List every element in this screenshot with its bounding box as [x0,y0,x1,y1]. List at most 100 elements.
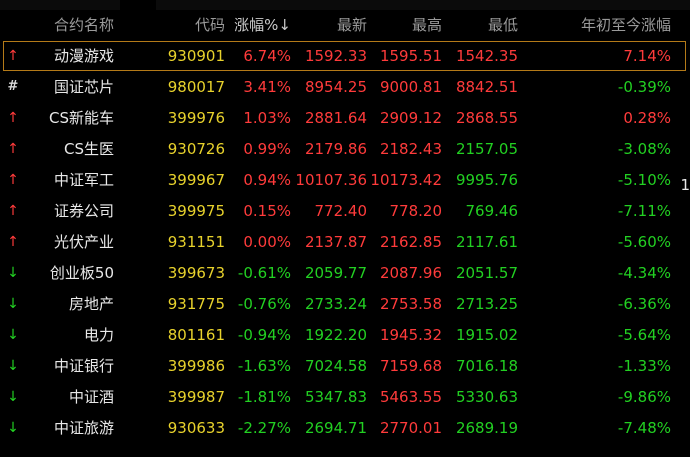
down-arrow-icon: ↓ [7,420,19,436]
row-low: 1542.35 [455,47,518,65]
down-arrow-icon: ↓ [7,389,19,405]
down-arrow-icon: ↓ [7,358,19,374]
row-high: 2753.58 [379,295,442,313]
row-name: 证券公司 [53,202,114,220]
table-row[interactable]: ↓ 创业板50 399673 -0.61% 2059.77 2087.96 2051.57 -… [0,258,690,288]
row-high: 7159.68 [379,357,442,375]
row-code: 399987 [167,388,225,406]
row-high: 2162.85 [379,233,442,251]
header-low[interactable]: 最低 [488,16,518,34]
row-last: 2733.24 [304,295,367,313]
header-name[interactable]: 合约名称 [54,16,114,34]
row-last: 10107.36 [295,171,367,189]
header-high[interactable]: 最高 [412,16,442,34]
row-ytd: 0.28% [623,109,671,127]
row-ytd: 7.14% [623,47,671,65]
table-row[interactable]: ↑ 动漫游戏 930901 6.74% 1592.33 1595.51 1542.35 7.1… [0,41,690,71]
row-last: 772.40 [314,202,368,220]
row-low: 2868.55 [455,109,518,127]
row-name: 创业板50 [49,264,114,282]
row-high: 1595.51 [379,47,442,65]
row-change: -2.27% [237,419,291,437]
row-last: 2137.87 [304,233,367,251]
row-last: 7024.58 [304,357,367,375]
row-low: 8842.51 [455,78,518,96]
row-high: 2909.12 [379,109,442,127]
row-ytd: -1.33% [617,357,671,375]
row-high: 5463.55 [379,388,442,406]
row-name: 电力 [83,326,114,344]
row-change: 6.74% [243,47,291,65]
row-ytd: -7.48% [617,419,671,437]
row-low: 1915.02 [455,326,518,344]
row-ytd: -6.36% [617,295,671,313]
table-row[interactable]: ↑ 证券公司 399975 0.15% 772.40 778.20 769.46 -7.11% [0,196,690,226]
row-name: 中证酒 [68,388,114,406]
row-high: 778.20 [389,202,443,220]
row-code: 930726 [167,140,225,158]
up-arrow-icon: ↑ [7,234,19,250]
row-last: 1592.33 [304,47,367,65]
row-code: 399976 [167,109,225,127]
row-last: 5347.83 [304,388,367,406]
row-name: 光伏产业 [53,233,114,251]
row-name: CS生医 [64,140,114,158]
hash-icon: # [7,79,19,94]
down-arrow-icon: ↓ [7,265,19,281]
row-low: 2713.25 [455,295,518,313]
header-ytd[interactable]: 年初至今涨幅 [581,16,671,34]
table-row[interactable]: ↓ 电力 801161 -0.94% 1922.20 1945.32 1915.02 -5.6… [0,320,690,350]
row-change: -1.81% [237,388,291,406]
row-ytd: -7.11% [617,202,671,220]
row-change: -1.63% [237,357,291,375]
row-name: 国证芯片 [53,78,114,96]
down-arrow-icon: ↓ [7,296,19,312]
row-change: -0.61% [237,264,291,282]
row-ytd: -9.86% [617,388,671,406]
row-ytd: -5.10% [617,171,671,189]
row-change: -0.76% [237,295,291,313]
up-arrow-icon: ↑ [7,48,19,64]
table-row[interactable]: ↑ 光伏产业 931151 0.00% 2137.87 2162.85 2117.61 -5.… [0,227,690,257]
up-arrow-icon: ↑ [7,172,19,188]
row-code: 930901 [167,47,225,65]
table-row[interactable]: ↓ 中证酒 399987 -1.81% 5347.83 5463.55 5330.63 -9.… [0,382,690,412]
row-low: 9995.76 [455,171,518,189]
header-last[interactable]: 最新 [337,16,367,34]
row-ytd: -0.39% [617,78,671,96]
row-change: 0.15% [243,202,291,220]
up-arrow-icon: ↑ [7,141,19,157]
row-low: 2051.57 [455,264,518,282]
row-change: 1.03% [243,109,291,127]
row-change: 0.00% [243,233,291,251]
table-header: 合约名称 代码 涨幅%↓ 最新 最高 最低 年初至今涨幅 [0,10,690,40]
row-name: CS新能车 [49,109,114,127]
row-last: 8954.25 [304,78,367,96]
row-ytd: -5.64% [617,326,671,344]
row-high: 2770.01 [379,419,442,437]
down-arrow-icon: ↓ [7,327,19,343]
table-row[interactable]: # 国证芯片 980017 3.41% 8954.25 9000.81 8842.51 -0.… [0,72,690,102]
row-code: 930633 [167,419,225,437]
row-change: 3.41% [243,78,291,96]
title-bar [0,0,690,10]
row-high: 10173.42 [370,171,442,189]
table-row[interactable]: ↓ 中证旅游 930633 -2.27% 2694.71 2770.01 2689.19 -7… [0,413,690,443]
row-code: 399673 [167,264,225,282]
table-row[interactable]: ↓ 中证银行 399986 -1.63% 7024.58 7159.68 7016.18 -1… [0,351,690,381]
row-ytd: -5.60% [617,233,671,251]
table-row[interactable]: ↑ CS生医 930726 0.99% 2179.86 2182.43 2157.05 -3.… [0,134,690,164]
row-low: 2689.19 [455,419,518,437]
row-last: 2881.64 [304,109,367,127]
row-change: -0.94% [237,326,291,344]
row-code: 801161 [167,326,225,344]
header-code[interactable]: 代码 [195,16,225,34]
row-ytd: -4.34% [617,264,671,282]
row-low: 5330.63 [455,388,518,406]
table-row[interactable]: ↓ 房地产 931775 -0.76% 2733.24 2753.58 2713.25 -6.… [0,289,690,319]
header-change-sorted[interactable]: 涨幅%↓ [234,16,291,34]
row-name: 动漫游戏 [53,47,114,65]
table-row[interactable]: ↑ 中证军工 399967 0.94% 10107.36 10173.42 9995.76 -… [0,165,690,195]
table-row[interactable]: ↑ CS新能车 399976 1.03% 2881.64 2909.12 2868.55 0.… [0,103,690,133]
row-change: 0.94% [243,171,291,189]
